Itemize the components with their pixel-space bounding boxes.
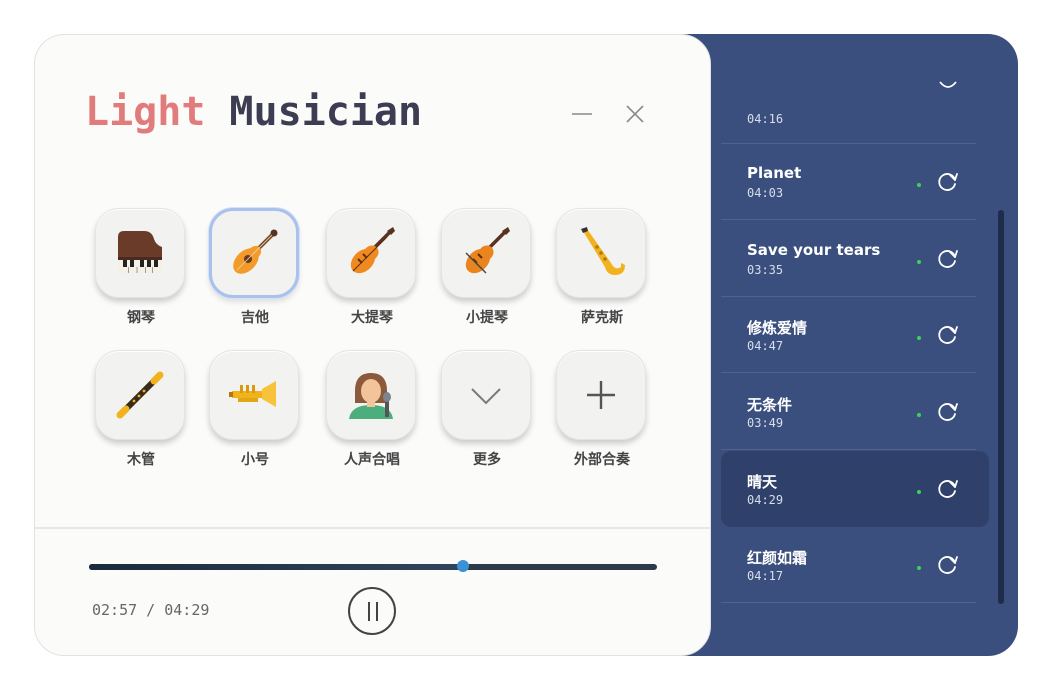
instrument-label: 吉他 xyxy=(241,310,269,326)
instrument-label: 外部合奏 xyxy=(574,452,630,468)
row-divider xyxy=(721,449,976,450)
status-dot xyxy=(917,336,921,340)
song-title: 无条件 xyxy=(747,396,793,414)
instrument-guitar[interactable]: 吉他 xyxy=(209,208,301,327)
app-window: Light Musician 钢琴 吉他 大提琴 小提琴 萨克斯 木管 小号 人… xyxy=(34,34,1018,656)
refresh-icon[interactable] xyxy=(936,170,960,194)
instrument-tile xyxy=(95,350,185,440)
main-panel: Light Musician 钢琴 吉他 大提琴 小提琴 萨克斯 木管 小号 人… xyxy=(34,34,711,656)
status-dot xyxy=(917,183,921,187)
song-duration: 04:47 xyxy=(747,339,784,353)
instrument-tile xyxy=(326,208,416,298)
song-duration: 04:29 xyxy=(747,493,784,507)
status-dot xyxy=(917,413,921,417)
chevron-down-icon xyxy=(471,388,501,405)
instrument-label: 大提琴 xyxy=(351,310,393,326)
song-duration: 04:16 xyxy=(747,112,784,126)
refresh-icon[interactable] xyxy=(936,247,960,271)
row-divider xyxy=(721,372,976,373)
refresh-icon[interactable] xyxy=(936,553,960,577)
instrument-label: 钢琴 xyxy=(127,310,155,326)
row-divider xyxy=(721,219,976,220)
instrument-label: 萨克斯 xyxy=(581,310,623,326)
progress-bar[interactable] xyxy=(89,560,657,572)
minimize-icon xyxy=(572,113,592,115)
playlist: 04:16 Planet 04:03 Save your tears 03:35 修炼爱情… xyxy=(721,70,1011,670)
song-title: Save your tears xyxy=(747,241,881,259)
row-divider xyxy=(721,602,976,603)
instrument-tile xyxy=(209,350,299,440)
progress-fill xyxy=(89,564,463,570)
song-duration: 03:49 xyxy=(747,416,784,430)
pause-button[interactable] xyxy=(348,587,396,635)
playlist-item[interactable]: 修炼爱情 04:47 xyxy=(721,297,1010,373)
close-icon xyxy=(626,105,644,123)
cello-icon xyxy=(350,227,395,274)
song-title: 红颜如霜 xyxy=(747,549,808,567)
instrument-more[interactable]: 更多 xyxy=(441,350,533,469)
app-title: Light Musician xyxy=(85,89,422,135)
saxophone-icon xyxy=(581,227,625,275)
song-duration: 03:35 xyxy=(747,263,784,277)
instrument-tile xyxy=(326,350,416,440)
progress-knob[interactable] xyxy=(456,560,469,572)
playlist-item[interactable]: 晴天 04:29 xyxy=(721,451,989,527)
playlist-item[interactable]: Save your tears 03:35 xyxy=(721,221,1010,297)
instrument-woodwind[interactable]: 木管 xyxy=(95,350,187,469)
flute-icon xyxy=(116,371,164,419)
playlist-scrollbar[interactable] xyxy=(998,210,1004,604)
piano-icon xyxy=(118,231,162,273)
instrument-saxophone[interactable]: 萨克斯 xyxy=(556,208,648,327)
song-duration: 04:17 xyxy=(747,569,784,583)
refresh-icon[interactable] xyxy=(936,323,960,347)
guitar-icon xyxy=(233,229,278,274)
song-title: 修炼爱情 xyxy=(747,319,808,337)
instrument-label: 木管 xyxy=(127,452,155,468)
violin-icon xyxy=(465,227,510,274)
instrument-tile xyxy=(556,208,646,298)
instrument-external-ensemble[interactable]: 外部合奏 xyxy=(556,350,648,469)
refresh-icon[interactable] xyxy=(936,78,960,102)
time-readout: 02:57 / 04:29 xyxy=(92,601,210,619)
song-title: Planet xyxy=(747,164,802,182)
status-dot xyxy=(917,260,921,264)
app-title-light: Light xyxy=(85,89,206,135)
song-title: 晴天 xyxy=(747,473,778,491)
divider xyxy=(35,527,710,529)
instrument-tile xyxy=(441,350,531,440)
instrument-tile xyxy=(95,208,185,298)
instrument-choir[interactable]: 人声合唱 xyxy=(326,350,418,469)
instrument-piano[interactable]: 钢琴 xyxy=(95,208,187,327)
instrument-label: 小提琴 xyxy=(466,310,508,326)
plus-icon xyxy=(587,381,615,409)
instrument-tile xyxy=(556,350,646,440)
status-dot xyxy=(917,566,921,570)
refresh-icon[interactable] xyxy=(936,400,960,424)
instrument-label: 小号 xyxy=(241,452,269,468)
instrument-trumpet[interactable]: 小号 xyxy=(209,350,301,469)
refresh-icon[interactable] xyxy=(936,477,960,501)
minimize-button[interactable] xyxy=(569,101,595,127)
instrument-violin[interactable]: 小提琴 xyxy=(441,208,533,327)
playlist-item[interactable]: 无条件 03:49 xyxy=(721,374,1010,450)
trumpet-icon xyxy=(229,381,276,407)
instrument-tile xyxy=(209,208,299,298)
playlist-item[interactable]: 红颜如霜 04:17 xyxy=(721,527,1010,603)
close-button[interactable] xyxy=(622,101,648,127)
instrument-tile xyxy=(441,208,531,298)
instrument-label: 更多 xyxy=(473,452,501,468)
song-duration: 04:03 xyxy=(747,186,784,200)
playlist-item[interactable]: Planet 04:03 xyxy=(721,144,1010,220)
instrument-label: 人声合唱 xyxy=(344,452,400,468)
singer-icon xyxy=(349,373,393,419)
playlist-item[interactable]: 04:16 xyxy=(721,70,1010,144)
instrument-cello[interactable]: 大提琴 xyxy=(326,208,418,327)
status-dot xyxy=(917,490,921,494)
app-title-musician: Musician xyxy=(229,89,423,135)
